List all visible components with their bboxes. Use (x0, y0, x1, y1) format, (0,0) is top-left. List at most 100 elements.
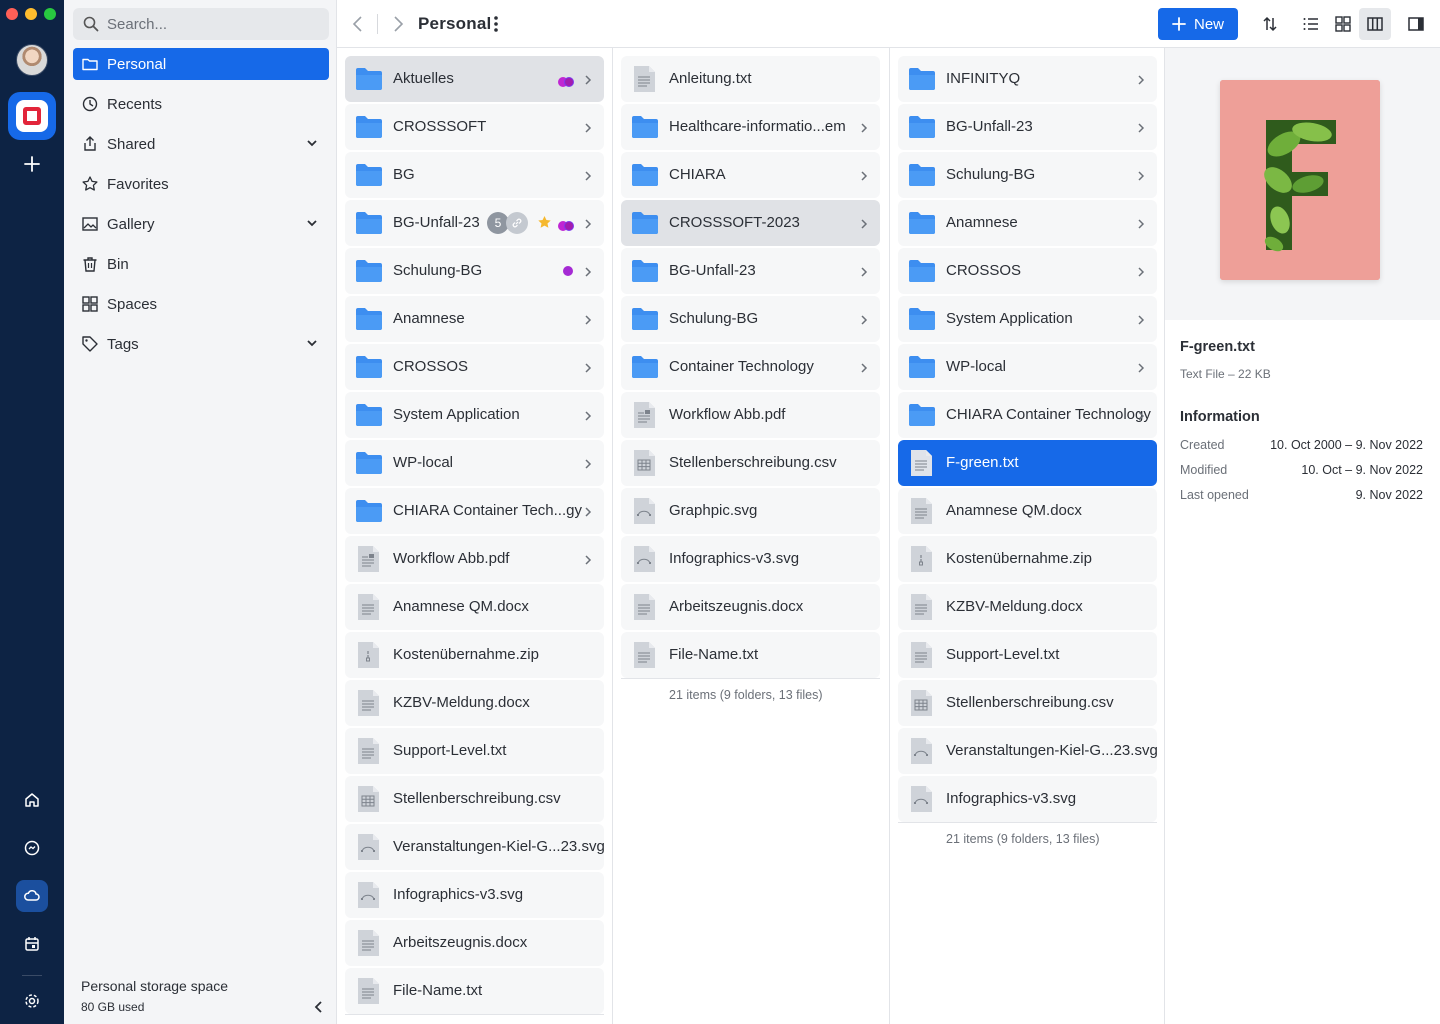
file-row[interactable]: Kostenübernahme.zip (898, 536, 1157, 582)
app-logo-button[interactable] (8, 92, 56, 140)
item-name: BG-Unfall-23 (669, 262, 756, 279)
more-options-button[interactable] (493, 15, 499, 38)
item-name: CHIARA Container Tech...gy (393, 502, 582, 519)
chevron-down-icon[interactable] (305, 336, 319, 354)
chevron-right-icon (584, 409, 592, 427)
new-button[interactable]: New (1158, 8, 1238, 40)
item-name: CROSSOS (946, 262, 1022, 279)
folder-row[interactable]: WP-local (345, 440, 604, 486)
sidebar-item-personal[interactable]: Personal (73, 48, 329, 80)
back-button[interactable] (349, 14, 367, 39)
sort-button[interactable] (1254, 8, 1286, 40)
sidebar-item-gallery[interactable]: Gallery (73, 208, 329, 240)
folder-row[interactable]: Schulung-BG (345, 248, 604, 294)
file-row[interactable]: F-green.txt (898, 440, 1157, 486)
search-input[interactable] (107, 15, 307, 33)
file-row[interactable]: Stellenberschreibung.csv (345, 776, 604, 822)
file-row[interactable]: Infographics-v3.svg (898, 776, 1157, 822)
file-row[interactable]: Support-Level.txt (345, 728, 604, 774)
folder-row[interactable]: Container Technology (621, 344, 880, 390)
file-row[interactable]: Anleitung.txt (621, 56, 880, 102)
column-view-button[interactable] (1359, 8, 1391, 40)
chevron-down-icon[interactable] (305, 216, 319, 234)
grid-icon (81, 295, 99, 313)
avatar[interactable] (16, 44, 48, 76)
folder-row[interactable]: CHIARA Container Technology (898, 392, 1157, 438)
chat-button[interactable] (16, 832, 48, 864)
sidebar-item-favorites[interactable]: Favorites (73, 168, 329, 200)
home-button[interactable] (16, 784, 48, 816)
folder-row[interactable]: Anamnese (345, 296, 604, 342)
folder-row[interactable]: Schulung-BG (898, 152, 1157, 198)
search-box[interactable] (73, 8, 329, 40)
folder-row[interactable]: System Application (898, 296, 1157, 342)
sidebar-item-label: Spaces (107, 295, 158, 313)
file-row[interactable]: Support-Level.txt (898, 632, 1157, 678)
add-button[interactable] (16, 148, 48, 180)
item-name: Infographics-v3.svg (669, 550, 800, 567)
folder-row[interactable]: Healthcare-informatio...em (621, 104, 880, 150)
file-row[interactable]: Anamnese QM.docx (345, 584, 604, 630)
list-view-button[interactable] (1295, 8, 1327, 40)
sidebar-item-shared[interactable]: Shared (73, 128, 329, 160)
folder-row[interactable]: Schulung-BG (621, 296, 880, 342)
chevron-down-icon[interactable] (305, 136, 319, 154)
item-name: KZBV-Meldung.docx (393, 694, 530, 711)
collapse-sidebar-button[interactable] (312, 1000, 326, 1019)
folder-row[interactable]: CHIARA Container Tech...gy (345, 488, 604, 534)
toggle-details-button[interactable] (1400, 8, 1432, 40)
calendar-button[interactable] (16, 928, 48, 960)
folder-row[interactable]: CROSSOS (345, 344, 604, 390)
file-row[interactable]: KZBV-Meldung.docx (898, 584, 1157, 630)
maximize-window-button[interactable] (44, 8, 56, 20)
sort-icon (1263, 16, 1277, 32)
file-row[interactable]: Veranstaltungen-Kiel-G...23.svg (898, 728, 1158, 774)
file-row[interactable]: Infographics-v3.svg (345, 872, 604, 918)
item-name: CHIARA Container Technology (946, 406, 1151, 423)
folder-row[interactable]: System Application (345, 392, 604, 438)
item-name: Stellenberschreibung.csv (669, 454, 837, 471)
sidebar-item-tags[interactable]: Tags (73, 328, 329, 360)
folder-icon (908, 306, 936, 332)
file-row[interactable]: Stellenberschreibung.csv (898, 680, 1157, 726)
sidebar-item-recents[interactable]: Recents (73, 88, 329, 120)
file-row[interactable]: Infographics-v3.svg (621, 536, 880, 582)
item-name: BG (393, 166, 415, 183)
file-row[interactable]: Workflow Abb.pdf (621, 392, 880, 438)
minimize-window-button[interactable] (25, 8, 37, 20)
file-row[interactable]: Arbeitszeugnis.docx (621, 584, 880, 630)
folder-row[interactable]: INFINITYQ (898, 56, 1157, 102)
file-row[interactable]: Stellenberschreibung.csv (621, 440, 880, 486)
folder-row[interactable]: WP-local (898, 344, 1157, 390)
sidebar-item-bin[interactable]: Bin (73, 248, 329, 280)
folder-row[interactable]: BG-Unfall-23 (898, 104, 1157, 150)
file-row[interactable]: KZBV-Meldung.docx (345, 680, 604, 726)
file-row[interactable]: File-Name.txt (621, 632, 880, 678)
forward-button[interactable] (389, 14, 407, 39)
folder-row[interactable]: BG-Unfall-23 (621, 248, 880, 294)
chevron-right-icon (1137, 409, 1145, 427)
item-name: Anamnese (946, 214, 1018, 231)
settings-button[interactable] (16, 985, 48, 1017)
file-row[interactable]: Workflow Abb.pdf (345, 536, 604, 582)
color-tags (558, 74, 574, 87)
folder-row[interactable]: Aktuelles (345, 56, 604, 102)
folder-row[interactable]: CROSSSOFT (345, 104, 604, 150)
folder-row[interactable]: BG-Unfall-23 5 (345, 200, 604, 246)
file-row[interactable]: Arbeitszeugnis.docx (345, 920, 604, 966)
folder-row[interactable]: CROSSSOFT-2023 (621, 200, 880, 246)
folder-row[interactable]: CHIARA (621, 152, 880, 198)
file-row[interactable]: Veranstaltungen-Kiel-G...23.svg (345, 824, 605, 870)
sidebar-item-spaces[interactable]: Spaces (73, 288, 329, 320)
item-name: Infographics-v3.svg (393, 886, 524, 903)
file-row[interactable]: Graphpic.svg (621, 488, 880, 534)
grid-view-button[interactable] (1327, 8, 1359, 40)
file-row[interactable]: File-Name.txt (345, 968, 604, 1014)
folder-row[interactable]: BG (345, 152, 604, 198)
file-row[interactable]: Anamnese QM.docx (898, 488, 1157, 534)
cloud-button[interactable] (16, 880, 48, 912)
folder-row[interactable]: Anamnese (898, 200, 1157, 246)
folder-row[interactable]: CROSSOS (898, 248, 1157, 294)
close-window-button[interactable] (6, 8, 18, 20)
file-row[interactable]: Kostenübernahme.zip (345, 632, 604, 678)
